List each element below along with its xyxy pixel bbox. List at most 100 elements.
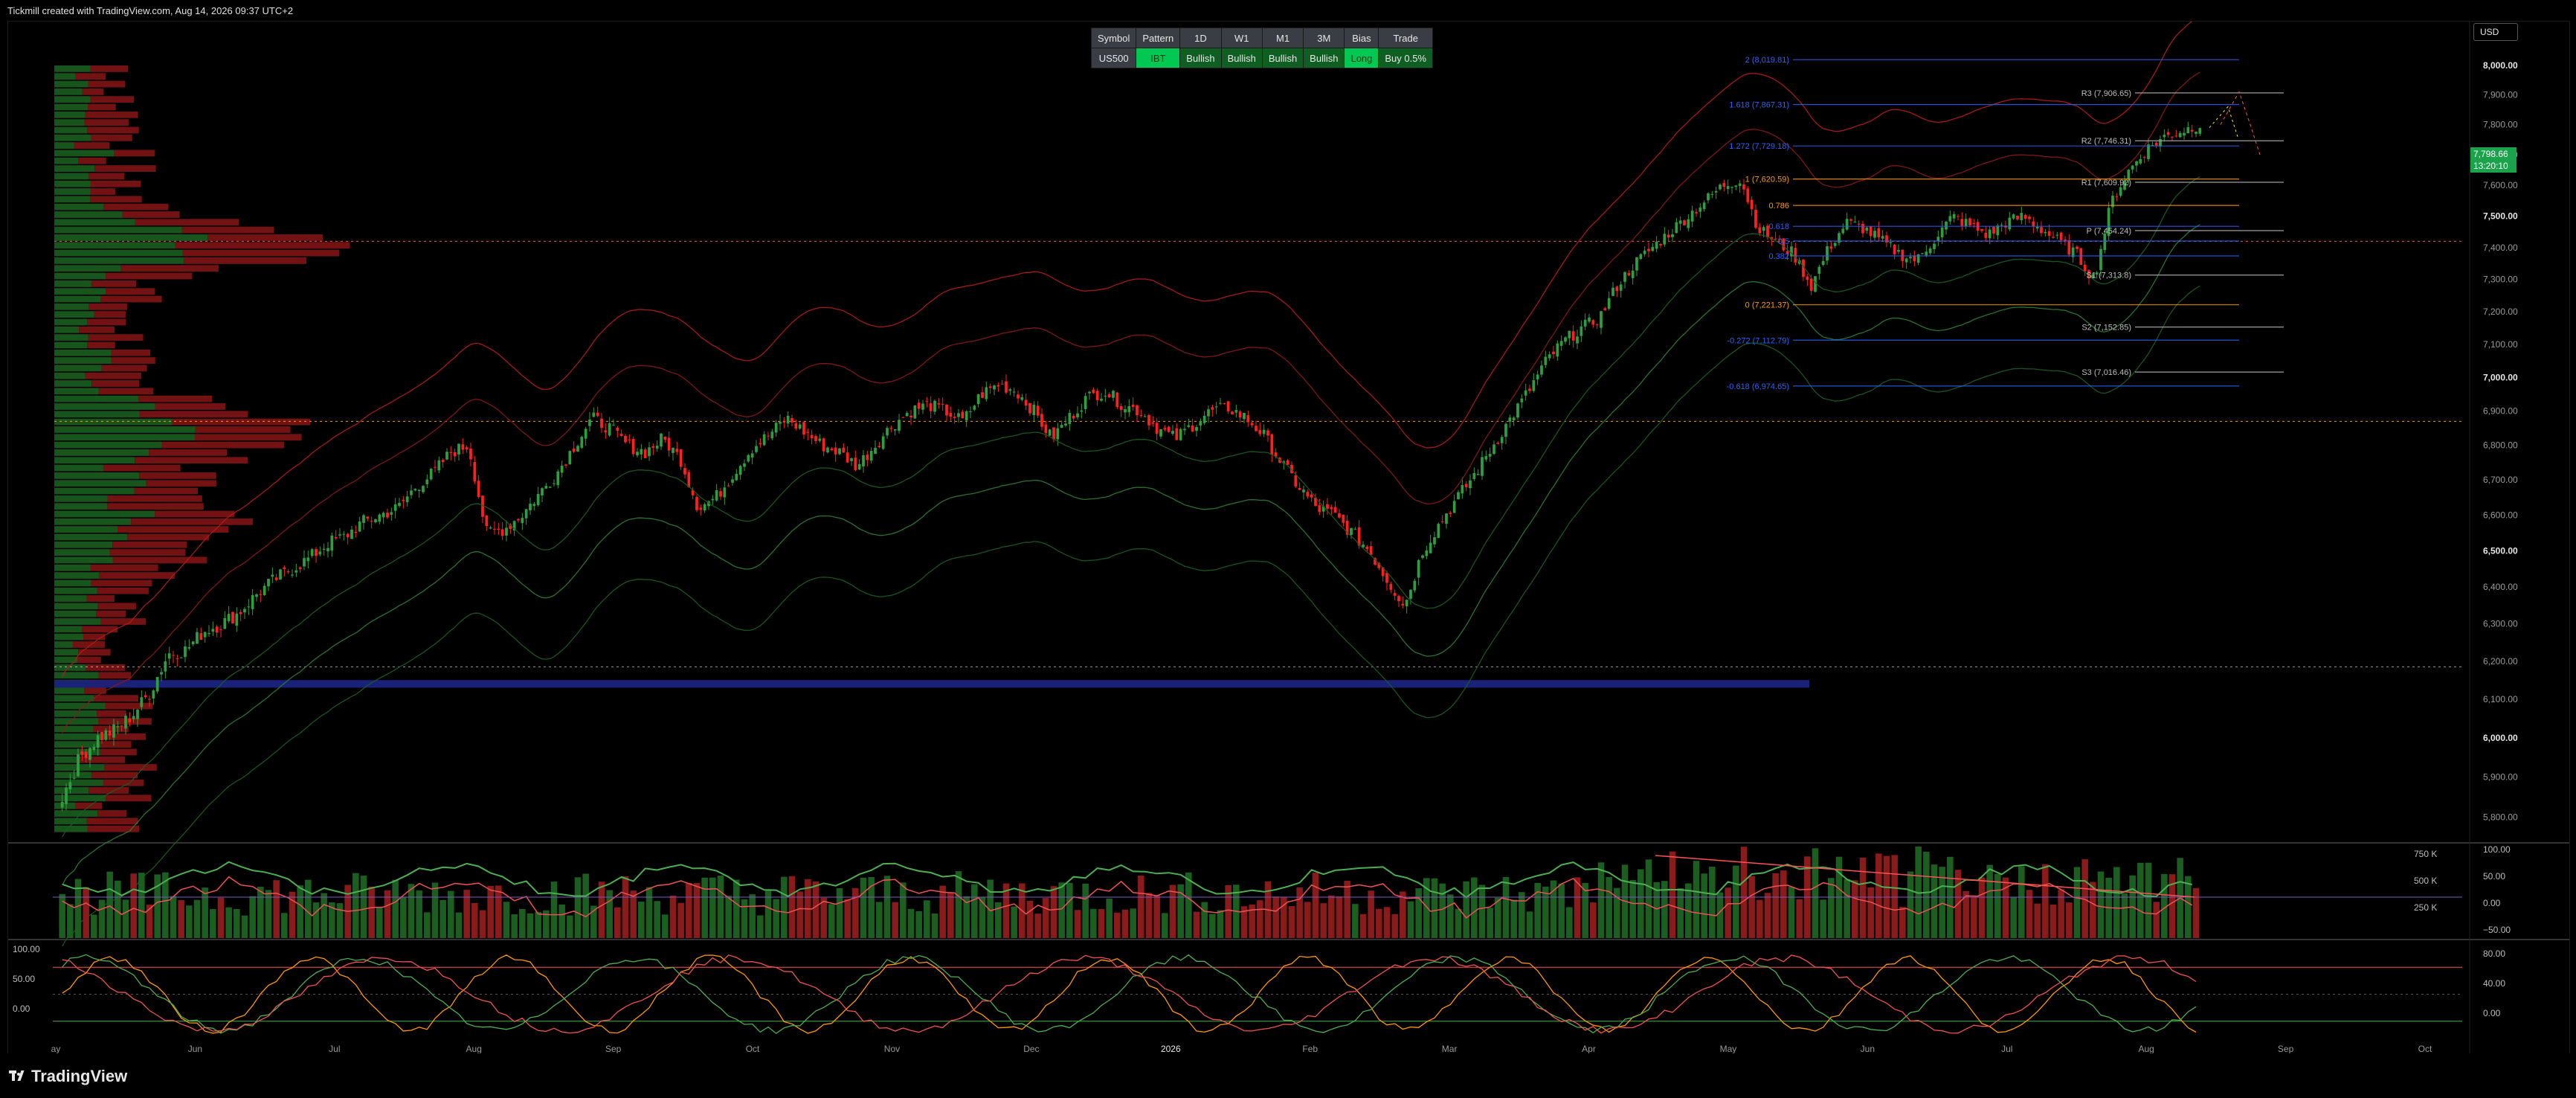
candle-body [191,641,195,645]
stoch-left-tick-label: 50.00 [13,974,35,984]
volume-profile-sell-row [75,802,103,809]
candle-body [1849,219,1852,221]
volume-profile-sell-row [134,487,198,495]
volume-profile-buy-row [54,633,83,640]
candle-body [1817,266,1821,274]
signal-table: Symbol Pattern 1D W1 M1 3M Bias Trade US… [1090,28,1434,68]
volume-bar [1725,887,1731,938]
price-tick-label: 7,200.00 [2483,306,2518,317]
volume-profile-sell-row [78,157,106,164]
candle-body [1536,374,1539,380]
candle-body [374,519,377,523]
volume-profile-sell-row [139,411,248,418]
volume-bar [876,902,883,938]
candle-body [655,446,659,449]
volume-bar [1400,891,1406,938]
candle-body [497,528,500,530]
volume-profile-buy-row [54,134,91,141]
candle-body [893,428,897,431]
candle-body [1250,423,1254,426]
volume-profile-buy-row [54,142,74,149]
candle-body [1231,411,1234,415]
candle-body [1591,320,1595,325]
candle-body [453,452,457,457]
candle-body [675,449,679,452]
volume-bar [408,884,415,938]
candle-body [152,690,155,699]
stoch-right-tick-label: 0.00 [2483,1008,2501,1018]
candle-body [834,447,837,455]
currency-selector[interactable]: USD [2473,23,2518,41]
volume-bar [503,902,510,938]
volume-bar [1043,898,1049,938]
candle-body [354,531,358,533]
time-tick-label: Aug [2138,1044,2154,1054]
volume-bar [1050,886,1057,938]
candle-body [643,449,647,458]
volume-bar [1145,893,1153,938]
candle-body [1214,406,1218,408]
volume-bar [186,905,193,938]
candle-body [1678,220,1682,224]
tradingview-logo[interactable]: TradingView [9,1067,127,1086]
candle-body [227,614,231,622]
volume-bar [1407,901,1414,938]
chart-area[interactable]: 8,000.007,900.007,800.007,700.007,600.00… [7,21,2570,1055]
volume-profile-sell-row [91,134,132,141]
volume-bar [741,899,748,938]
volume-bar [1090,908,1097,938]
volume-bar [574,877,582,938]
price-tick-label: 6,000.00 [2483,733,2518,743]
candle-body [303,558,306,567]
candle-body [2131,165,2134,170]
volume-bar [91,914,97,938]
footer: TradingView [0,1053,2576,1098]
candle-body [1409,589,1412,599]
candle-body [743,463,746,467]
price-tick-label: 6,800.00 [2483,440,2518,451]
volume-bar [654,901,660,938]
chart-canvas[interactable]: 8,000.007,900.007,800.007,700.007,600.00… [8,22,2569,1054]
candle-body [854,458,857,470]
candle-body [449,452,453,453]
candle-body [322,548,326,550]
candle-body [1310,494,1313,498]
candle-body [342,533,346,535]
candle-body [1988,229,1991,239]
band-line [62,176,2200,838]
fib-level-label: 1.618 (7,867.31) [1729,101,1789,110]
candle-body [2044,231,2047,234]
volume-profile-sell-row [85,372,141,379]
chart-credit: Tickmill created with TradingView.com, A… [7,5,294,16]
candle-body [84,751,88,758]
candle-body [1667,234,1670,238]
volume-profile-buy-row [54,518,132,525]
volume-profile-sell-row [194,434,302,441]
candle-body [1437,524,1440,539]
candle-body [457,443,460,455]
candle-body [1695,212,1698,214]
stoch-left-tick-label: 0.00 [13,1004,30,1014]
volume-profile-sell-row [161,441,285,449]
volume-bar [170,896,177,938]
tradingview-wordmark: TradingView [31,1067,128,1085]
candle-body [60,801,64,808]
candle-body [1211,407,1214,410]
candle-body [1964,219,1968,226]
volume-bar [1162,913,1168,938]
volume-bar [178,900,184,938]
oscillator-tick-label: 50.00 [2483,871,2505,882]
candle-body [1238,411,1242,418]
volume-profile-buy-row [54,464,103,472]
candle-body [604,430,608,433]
volume-profile-sell-row [94,695,138,702]
candle-body [941,403,944,405]
candle-body [215,626,219,633]
volume-profile-sell-row [97,603,136,610]
fib-level-label: -0.618 (6,974.65) [1727,382,1789,391]
volume-bar [1320,903,1327,938]
volume-tick-label: 750 K [2414,849,2437,859]
candle-body [1861,223,1864,234]
volume-bar [1431,878,1438,938]
candle-body [1488,454,1492,457]
